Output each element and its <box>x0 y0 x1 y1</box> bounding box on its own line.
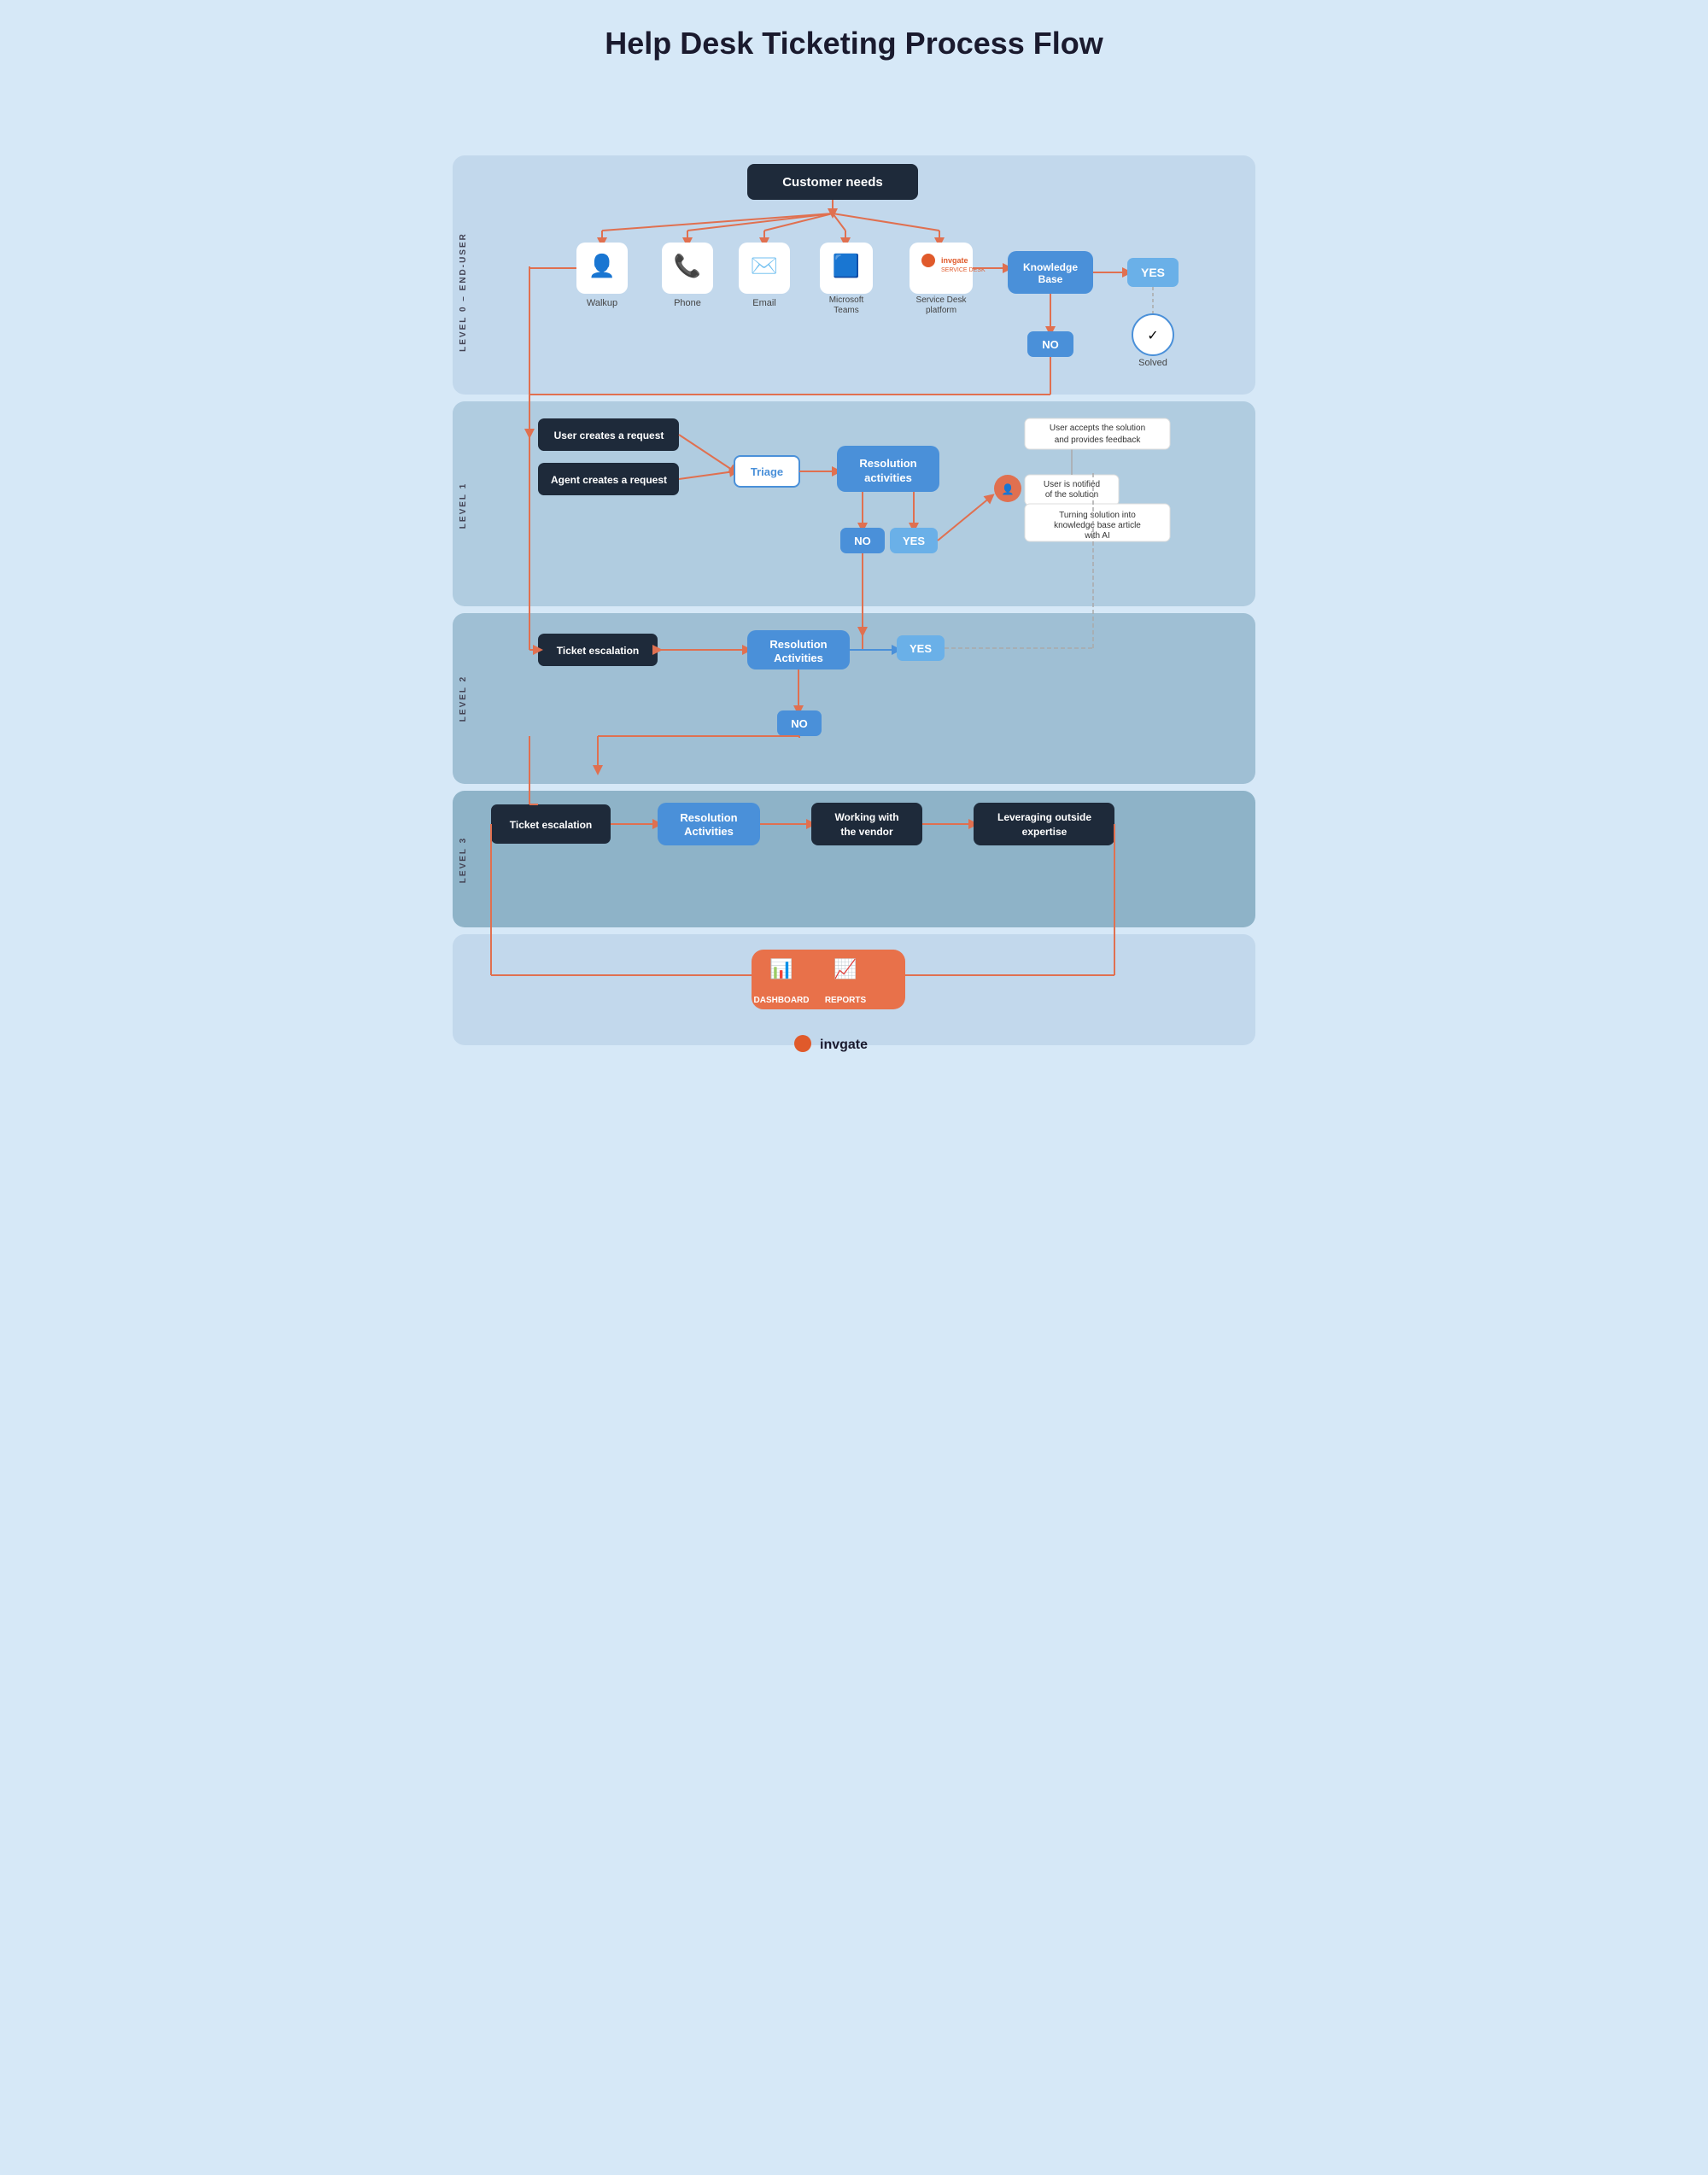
triage-label: Triage <box>751 465 783 478</box>
resolution-l2-label1: Resolution <box>769 638 827 651</box>
resolution-l2-label2: Activities <box>774 652 823 664</box>
main-diagram: LEVEL 0 – END-USER LEVEL 1 LEVEL 2 LEVEL… <box>444 87 1264 1112</box>
level2-label: LEVEL 2 <box>459 675 468 722</box>
working-vendor-label1: Working with <box>834 811 898 823</box>
teams-icon: 🟦 <box>833 253 860 278</box>
footer-brand-label: invgate <box>820 1038 868 1052</box>
teams-label: Microsoft <box>829 295 864 305</box>
no-label-l1: NO <box>854 535 871 547</box>
reports-label: REPORTS <box>825 996 867 1005</box>
servicedesk-label2: platform <box>926 306 956 315</box>
level3-label: LEVEL 3 <box>459 837 468 883</box>
email-icon: ✉️ <box>751 253 778 278</box>
ticket-esc-l2-label: Ticket escalation <box>557 645 640 657</box>
email-label: Email <box>752 298 776 308</box>
user-accepts-label1: User accepts the solution <box>1050 424 1145 433</box>
resolution-l1-label1: Resolution <box>859 457 916 470</box>
leveraging-label1: Leveraging outside <box>997 811 1091 823</box>
solved-label: Solved <box>1138 358 1167 368</box>
user-notified-label1: User is notified <box>1044 480 1100 489</box>
footer-invgate-circle <box>794 1035 811 1052</box>
user-creates-label: User creates a request <box>554 430 664 441</box>
working-vendor-label2: the vendor <box>840 826 893 838</box>
yes-label-l0: YES <box>1141 266 1165 279</box>
resolution-l1-label2: activities <box>864 471 912 484</box>
invgate-logo-circle <box>921 254 935 267</box>
user-accepts-label2: and provides feedback <box>1055 436 1142 445</box>
user-notified-label2: of the solution <box>1045 490 1098 500</box>
agent-creates-label: Agent creates a request <box>551 474 667 486</box>
customer-needs-label: Customer needs <box>782 175 883 190</box>
kb-label2: Base <box>1038 273 1063 285</box>
phone-icon: 📞 <box>674 251 702 278</box>
invgate-text: invgate <box>941 256 968 265</box>
servicedesk-label: Service Desk <box>916 295 968 305</box>
dashboard-label: DASHBOARD <box>754 996 810 1005</box>
kb-article-label3: with AI <box>1084 531 1109 541</box>
walkup-icon: 👤 <box>588 253 616 278</box>
kb-label1: Knowledge <box>1023 261 1078 273</box>
page-title: Help Desk Ticketing Process Flow <box>444 26 1264 61</box>
solved-check-icon: ✓ <box>1147 329 1158 343</box>
dashboard-icon: 📊 <box>769 958 793 979</box>
working-vendor-node <box>811 803 922 845</box>
resolution-l3-label2: Activities <box>684 825 734 838</box>
level1-label: LEVEL 1 <box>459 482 468 529</box>
user-icon: 👤 <box>1002 483 1015 495</box>
phone-label: Phone <box>674 298 701 308</box>
page-wrapper: Help Desk Ticketing Process Flow LEVEL 0… <box>427 0 1281 1146</box>
yes-label-l2: YES <box>910 642 932 655</box>
walkup-label: Walkup <box>587 298 617 308</box>
level0-label: LEVEL 0 – END-USER <box>459 232 468 352</box>
leveraging-label2: expertise <box>1022 826 1068 838</box>
teams-label2: Teams <box>834 306 858 315</box>
resolution-l3-node <box>658 803 760 845</box>
kb-article-label2: knowledge base article <box>1054 521 1141 530</box>
ticket-esc-l3-label: Ticket escalation <box>510 819 593 831</box>
kb-article-label1: Turning solution into <box>1059 511 1136 520</box>
yes-label-l1: YES <box>903 535 925 547</box>
no-label-l0: NO <box>1042 338 1059 351</box>
resolution-l3-label1: Resolution <box>680 811 737 824</box>
no-label-l2: NO <box>791 717 808 730</box>
reports-icon: 📈 <box>834 958 857 979</box>
leveraging-node <box>974 803 1114 845</box>
